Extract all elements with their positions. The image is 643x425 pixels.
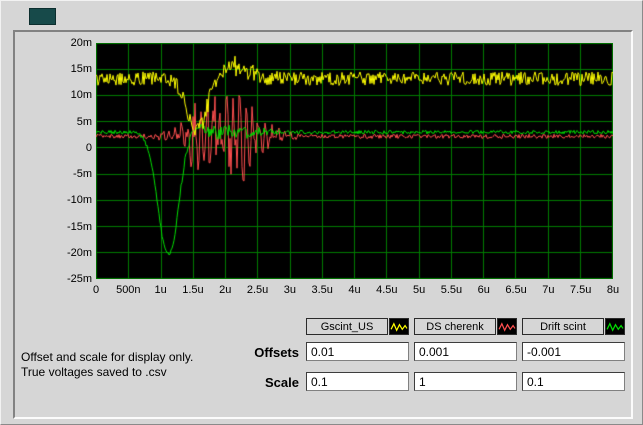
x-tick-label: 2.5u <box>246 284 269 296</box>
x-tick-label: 1.5u <box>182 284 204 296</box>
x-tick-label: 500n <box>116 284 141 296</box>
waveform-plot-canvas <box>96 43 613 279</box>
scale-label: Scale <box>265 375 299 390</box>
x-tick-label: 4u <box>348 284 361 296</box>
legend-label: Drift scint <box>522 318 604 335</box>
offset-input-ds-cherenk[interactable] <box>414 342 517 361</box>
x-tick-label: 7u <box>542 284 555 296</box>
x-tick-label: 5.5u <box>440 284 463 296</box>
x-tick-label: 2u <box>219 284 232 296</box>
note-text: Offset and scale for display only. True … <box>21 350 193 380</box>
x-tick-label: 5u <box>413 284 426 296</box>
note-line-1: Offset and scale for display only. <box>21 350 194 364</box>
y-tick-label: 5m <box>76 115 92 128</box>
y-tick-label: 15m <box>70 63 92 76</box>
legend-label: DS cherenk <box>414 318 496 335</box>
x-tick-label: 6u <box>477 284 490 296</box>
teal-decoration-rectangle <box>29 8 56 25</box>
x-tick-label: 7.5u <box>569 284 592 296</box>
scale-input-ds-cherenk[interactable] <box>414 372 517 391</box>
waveform-graph <box>96 43 613 279</box>
waveform-icon[interactable] <box>389 318 409 335</box>
front-panel: 20m 15m 10m 5m 0 -5m -10m -15m -20m -25m 0 500n 1u 1… <box>0 0 643 425</box>
y-tick-label: -15m <box>66 220 92 233</box>
x-tick-label: 0 <box>92 284 100 296</box>
y-tick-label: 20m <box>70 37 92 49</box>
x-axis: 0 500n 1u 1.5u 2u 2.5u 3u 3.5u 4u 4.5u 5u 5.5u 6u 6.5… <box>92 284 619 298</box>
legend-label: Gscint_US <box>306 318 388 335</box>
y-tick-label: 10m <box>70 89 92 102</box>
x-tick-label: 3u <box>283 284 296 296</box>
scale-input-drift-scint[interactable] <box>522 372 625 391</box>
y-axis: 20m 15m 10m 5m 0 -5m -10m -15m -20m -25m <box>39 37 92 285</box>
legend-item-ds-cherenk[interactable]: DS cherenk <box>414 318 517 335</box>
y-tick-label: 0 <box>85 141 92 154</box>
x-tick-label: 3.5u <box>311 284 333 296</box>
y-tick-label: -5m <box>73 168 92 181</box>
y-tick-label: -20m <box>66 246 92 259</box>
offset-input-gscint-us[interactable] <box>306 342 409 361</box>
x-tick-label: 4.5u <box>376 284 398 296</box>
offset-input-drift-scint[interactable] <box>522 342 625 361</box>
x-tick-label: 8u <box>606 284 620 296</box>
waveform-icon[interactable] <box>605 318 625 335</box>
offsets-label: Offsets <box>254 345 299 360</box>
y-tick-label: -10m <box>66 194 92 207</box>
note-line-2: True voltages saved to .csv <box>21 365 167 379</box>
x-tick-label: 1u <box>154 284 167 296</box>
legend-item-gscint-us[interactable]: Gscint_US <box>306 318 409 335</box>
waveform-icon[interactable] <box>497 318 517 335</box>
x-tick-label: 6.5u <box>505 284 527 296</box>
scale-input-gscint-us[interactable] <box>306 372 409 391</box>
y-tick-label: -25m <box>66 273 92 285</box>
legend-item-drift-scint[interactable]: Drift scint <box>522 318 625 335</box>
